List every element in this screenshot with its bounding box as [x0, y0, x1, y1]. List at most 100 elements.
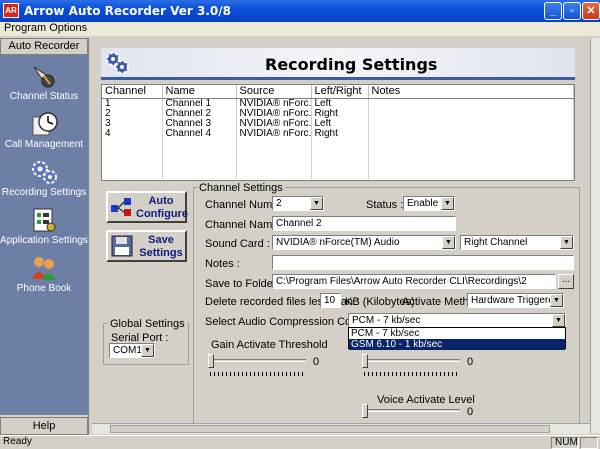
sidebar-item-label: Recording Settings — [1, 187, 87, 198]
chevron-down-icon[interactable]: ▼ — [441, 197, 454, 210]
codec-option-pcm[interactable]: PCM - 7 kb/sec — [349, 328, 565, 339]
vertical-scrollbar[interactable] — [590, 38, 600, 433]
codec-value: PCM - 7 kb/sec — [352, 315, 421, 326]
sidebar-item-call-management[interactable]: Call Management — [0, 111, 88, 157]
sidebar-item-label: Channel Status — [9, 91, 79, 102]
help-button[interactable]: Help — [0, 417, 88, 435]
sidebar-item-recording-settings[interactable]: Recording Settings — [0, 159, 88, 205]
gain-threshold-value: 0 — [313, 356, 320, 368]
notes-input[interactable] — [272, 255, 574, 270]
cell-channel: 2 — [102, 108, 163, 119]
horizontal-scrollbar-thumb[interactable] — [110, 425, 550, 433]
serial-port-select[interactable]: COM1 ▼ — [109, 343, 155, 358]
table-row[interactable]: 2 Channel 2 NVIDIA® nForc... Right — [102, 108, 574, 119]
channel-number-value: 2 — [276, 198, 282, 209]
gain-slider-thumb[interactable] — [208, 354, 214, 368]
codec-option-gsm[interactable]: GSM 6.10 - 1 kb/sec — [349, 339, 565, 350]
cell-channel: 4 — [102, 128, 163, 139]
save-folder-label: Save to Folder : — [205, 278, 283, 290]
notes-label: Notes : — [205, 258, 240, 270]
column-header-channel[interactable]: Channel — [102, 85, 163, 99]
channel-number-select[interactable]: 2 ▼ — [272, 196, 324, 211]
gain-slider-track[interactable] — [210, 359, 306, 362]
channel-table[interactable]: Channel Name Source Left/Right Notes 1 C… — [101, 84, 575, 181]
gears-icon — [32, 161, 57, 184]
sidebar-item-phone-book[interactable]: Phone Book — [0, 255, 88, 301]
maximize-button[interactable]: ▫ — [563, 2, 581, 20]
page-title: Recording Settings — [265, 55, 438, 74]
save-settings-button[interactable]: Save Settings — [106, 230, 187, 262]
channel-settings-title: Channel Settings — [197, 182, 285, 194]
second-slider-ticks — [364, 372, 460, 376]
sound-card-value: NVIDIA® nForce(TM) Audio — [276, 237, 400, 248]
table-header-row: Channel Name Source Left/Right Notes — [102, 85, 574, 99]
sound-card-label: Sound Card : — [205, 238, 270, 250]
close-button[interactable]: ✕ — [582, 2, 600, 20]
cell-name: Channel 3 — [162, 118, 237, 129]
cell-left-right: Right — [311, 128, 369, 139]
sidebar-nav: Channel Status Call Management Recording… — [0, 55, 88, 415]
sidebar-item-application-settings[interactable]: Application Settings — [0, 207, 88, 253]
auto-configure-icon — [111, 198, 131, 216]
cell-name: Channel 2 — [162, 108, 237, 119]
chevron-down-icon[interactable]: ▼ — [550, 294, 563, 307]
menu-program-options[interactable]: Program Options — [4, 22, 87, 34]
chevron-down-icon[interactable]: ▼ — [552, 314, 565, 327]
browse-folder-button[interactable]: ... — [558, 274, 574, 289]
activate-method-select[interactable]: Hardware Triggered ▼ — [467, 293, 564, 308]
codec-dropdown-list: PCM - 7 kb/sec GSM 6.10 - 1 kb/sec — [348, 327, 566, 350]
voice-level-label: Voice Activate Level — [377, 394, 475, 406]
save-settings-label: Save Settings — [139, 234, 183, 259]
voice-slider-thumb[interactable] — [362, 404, 368, 418]
table-row[interactable]: 4 Channel 4 NVIDIA® nForc... Right — [102, 128, 574, 139]
column-header-source[interactable]: Source — [236, 85, 312, 99]
cell-left-right: Right — [311, 108, 369, 119]
channel-side-select[interactable]: Right Channel ▼ — [460, 235, 574, 250]
voice-level-value: 0 — [467, 406, 474, 418]
table-row[interactable]: 1 Channel 1 NVIDIA® nForc... Left — [102, 98, 574, 109]
sidebar-item-channel-status[interactable]: Channel Status — [0, 63, 88, 109]
save-folder-input[interactable]: C:\Program Files\Arrow Auto Recorder CLI… — [272, 274, 556, 289]
second-slider-track[interactable] — [364, 359, 460, 362]
status-select[interactable]: Enable ▼ — [403, 196, 455, 211]
cell-channel: 1 — [102, 98, 163, 109]
sidebar-item-label: Phone Book — [16, 283, 72, 294]
cell-source: NVIDIA® nForc... — [236, 98, 312, 109]
cell-notes — [368, 128, 574, 139]
chevron-down-icon[interactable]: ▼ — [560, 236, 573, 249]
sidebar-item-label: Call Management — [4, 139, 84, 150]
gears-icon — [106, 52, 129, 74]
auto-configure-button[interactable]: Auto Configure — [106, 191, 188, 223]
chevron-down-icon[interactable]: ▼ — [310, 197, 323, 210]
global-settings-title: Global Settings — [108, 318, 187, 330]
table-row[interactable]: 3 Channel 3 NVIDIA® nForc... Left — [102, 118, 574, 129]
floppy-disk-icon — [111, 235, 133, 257]
column-header-name[interactable]: Name — [162, 85, 237, 99]
menu-bar: Program Options — [0, 22, 600, 36]
gain-threshold-label: Gain Activate Threshold — [211, 339, 328, 351]
voice-slider-track[interactable] — [364, 409, 460, 412]
channel-name-input[interactable]: Channel 2 — [272, 216, 456, 231]
people-icon — [32, 257, 56, 280]
codec-select[interactable]: PCM - 7 kb/sec ▼ — [348, 313, 566, 328]
sound-card-select[interactable]: NVIDIA® nForce(TM) Audio ▼ — [272, 235, 456, 250]
channel-side-value: Right Channel — [464, 237, 528, 248]
second-slider-value: 0 — [467, 356, 474, 368]
cell-notes — [368, 118, 574, 129]
cell-name: Channel 4 — [162, 128, 237, 139]
sidebar-header: Auto Recorder — [0, 38, 88, 55]
chevron-down-icon[interactable]: ▼ — [141, 344, 154, 357]
cell-notes — [368, 108, 574, 119]
delete-threshold-input[interactable]: 10 — [320, 293, 341, 308]
app-logo-icon: AR — [3, 3, 19, 18]
sidebar: Auto Recorder Channel Status Call Manage… — [0, 38, 89, 435]
cell-notes — [368, 98, 574, 109]
second-slider-thumb[interactable] — [362, 354, 368, 368]
cell-source: NVIDIA® nForc... — [236, 108, 312, 119]
column-header-left-right[interactable]: Left/Right — [311, 85, 369, 99]
size-grip[interactable] — [580, 437, 598, 449]
chevron-down-icon[interactable]: ▼ — [442, 236, 455, 249]
cell-left-right: Left — [311, 118, 369, 129]
minimize-button[interactable]: _ — [544, 2, 562, 20]
column-header-notes[interactable]: Notes — [368, 85, 574, 99]
